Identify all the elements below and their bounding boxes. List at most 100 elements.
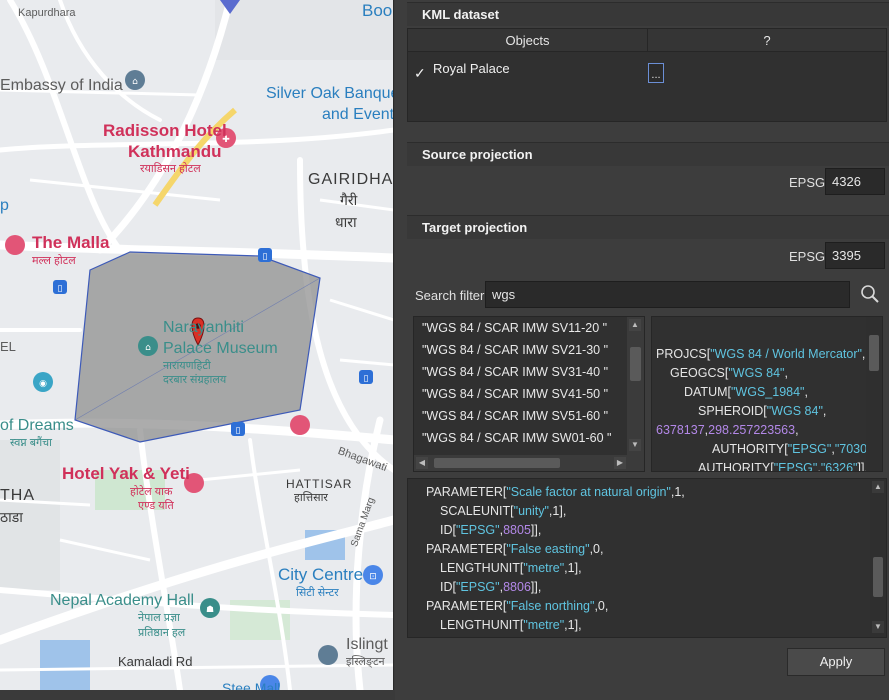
projection-list[interactable]: "WGS 84 / SCAR IMW SV11-20 " "WGS 84 / S… [413,316,645,472]
map-label-nepal-academy-dev-2: प्रतिष्ठान हल [138,627,186,639]
map-label-tha: THA [0,487,35,504]
wkt-line: LENGTHUNIT["metre",1], [440,618,582,632]
svg-text:▯: ▯ [236,426,241,436]
map-label-kamaladi: Kamaladi Rd [118,654,193,669]
list-item[interactable]: "WGS 84 / SCAR IMW SV41-50 " [422,383,608,405]
scroll-up-icon[interactable]: ▲ [629,319,641,331]
target-epsg-input[interactable]: 3395 [825,242,885,269]
wkt-preview-scrollbar[interactable] [866,317,882,471]
map-label-boo: Boo [362,1,393,20]
map-label-hattisar-dev: हात्तिसार [294,492,328,504]
wkt-line: PARAMETER["Scale factor at natural origi… [426,485,685,499]
map-label-the-malla: The Malla [32,233,110,252]
svg-text:▯: ▯ [364,374,369,384]
wkt-full: PARAMETER["Scale factor at natural origi… [407,478,887,638]
map-label-radisson-2: Kathmandu [128,142,222,161]
map-view[interactable]: ⌂ ✚ ⌂ ◉ ⊡ ☗ ▯ ▯ ▯ ▯ Kapurdhara Boo Embas… [0,0,394,690]
map-label-city-centre-dev: सिटी सेन्टर [296,587,339,599]
kml-row[interactable]: ✓ Royal Palace ... [408,53,886,93]
source-section-header: Source projection [407,142,889,166]
apply-button[interactable]: Apply [787,648,885,676]
map-label-nepal-academy-dev-1: नेपाल प्रज्ञा [138,612,180,624]
map-label-silver-oak: Silver Oak Banque [266,85,394,102]
wkt-line: GEOGCS["WGS 84", [670,366,788,380]
scroll-right-icon[interactable]: ▶ [614,457,626,469]
source-epsg-input[interactable]: 4326 [825,168,885,195]
kml-column-objects[interactable]: Objects [408,29,648,52]
svg-text:⌂: ⌂ [145,343,151,353]
kml-row-name: Royal Palace [433,61,510,76]
source-epsg-label: EPSG: [789,175,829,190]
wkt-line: DATUM["WGS_1984", [684,385,808,399]
kml-row-check-icon[interactable]: ✓ [414,65,426,82]
map-label-dreams: of Dreams [0,417,74,434]
map-label-dreams-dev: स्वप्न बगैंचा [10,437,53,449]
target-epsg-label: EPSG: [789,249,829,264]
wkt-line: SCALEUNIT["unity",1], [440,504,567,518]
map-label-museum-dev: नारायणहिटी [163,360,211,372]
svg-text:◉: ◉ [39,379,47,389]
svg-text:☗: ☗ [206,605,214,615]
search-filter-label: Search filter: [415,288,488,303]
wkt-line: PARAMETER["False easting",0, [426,542,604,556]
map-label-gairidhara: GAIRIDHA [308,171,394,188]
scroll-thumb[interactable] [873,557,883,597]
map-label-tha-dev: ठाडा [0,509,23,525]
map-label-islingt-dev: इस्लिङ्टन [346,656,385,668]
kml-section-title: KML dataset [422,7,500,22]
scroll-down-icon[interactable]: ▼ [629,439,641,451]
map-label-gairidhara-dev-2: धारा [335,214,357,230]
islington-pin-icon [318,645,338,665]
wkt-line: 6378137,298.257223563, [656,423,799,437]
wkt-line: LENGTHUNIT["metre",1], [440,561,582,575]
wkt-line: AUTHORITY["EPSG","7030"]], [712,442,882,456]
map-bottom-bar [0,690,395,700]
map-label-islingt: Islingt [346,636,388,653]
wkt-line: AUTHORITY["EPSG","6326"]], [698,461,868,472]
map-label-radisson-dev: रयाडिसन होटल [140,163,201,175]
list-item[interactable]: "WGS 84 / SCAR IMW SW01-60 " [422,427,611,449]
list-item[interactable]: "WGS 84 / SCAR IMW SV51-60 " [422,405,608,427]
list-vertical-scrollbar[interactable]: ▲ ▼ [627,317,644,455]
scroll-down-icon[interactable]: ▼ [872,621,884,633]
scroll-thumb[interactable] [869,335,879,371]
scroll-thumb[interactable] [434,458,560,468]
map-label-embassy: Embassy of India [0,77,123,94]
wkt-line: PARAMETER["False northing",0, [426,599,609,613]
kml-section-header: KML dataset [407,2,889,26]
kml-table: Objects ? ✓ Royal Palace ... [407,28,887,122]
scroll-up-icon[interactable]: ▲ [872,481,884,493]
kml-row-options-button[interactable]: ... [648,63,664,83]
map-label-city-centre: City Centre [278,565,364,584]
svg-text:▯: ▯ [263,252,268,262]
map-label-hotel-yak-dev-2: एण्ड यति [138,500,174,512]
source-section-title: Source projection [422,147,533,162]
wkt-preview: PROJCS["WGS 84 / World Mercator", GEOGCS… [651,316,883,472]
search-icon[interactable] [859,283,881,305]
hattisar-pin-icon [290,415,310,435]
map-label-kapurdhara: Kapurdhara [18,7,76,19]
map-label-stee: Stee Mall [222,680,281,690]
svg-text:⌂: ⌂ [132,77,138,87]
map-label-silver-oak-2: and Event [322,106,394,123]
map-label-museum-2: Palace Museum [163,340,278,357]
list-item[interactable]: "WGS 84 / SCAR IMW SV21-30 " [422,339,608,361]
map-label-museum: Narayanhiti [163,319,244,336]
list-horizontal-scrollbar[interactable]: ◀ ▶ [414,455,644,471]
kml-column-help[interactable]: ? [648,29,886,52]
map-label-el: EL [0,339,16,354]
map-label-hattisar: HATTISAR [286,477,353,491]
map-label-nepal-academy: Nepal Academy Hall [50,592,195,609]
list-item[interactable]: "WGS 84 / SCAR IMW SV31-40 " [422,361,608,383]
wkt-full-scrollbar[interactable]: ▲ ▼ [870,479,886,637]
scroll-left-icon[interactable]: ◀ [416,457,428,469]
map-label-p: p [0,197,9,214]
list-item[interactable]: "WGS 84 / SCAR IMW SV11-20 " [422,317,607,339]
malla-pin-icon [5,235,25,255]
search-filter-input[interactable]: wgs [485,281,850,308]
map-label-hotel-yak-dev-1: होटेल याक [130,486,173,498]
wkt-line: ID["EPSG",8806]], [440,580,542,594]
map-label-gairidhara-dev-1: गैरी [340,192,358,208]
scroll-thumb[interactable] [630,347,641,381]
map-label-hotel-yak: Hotel Yak & Yeti [62,464,190,483]
